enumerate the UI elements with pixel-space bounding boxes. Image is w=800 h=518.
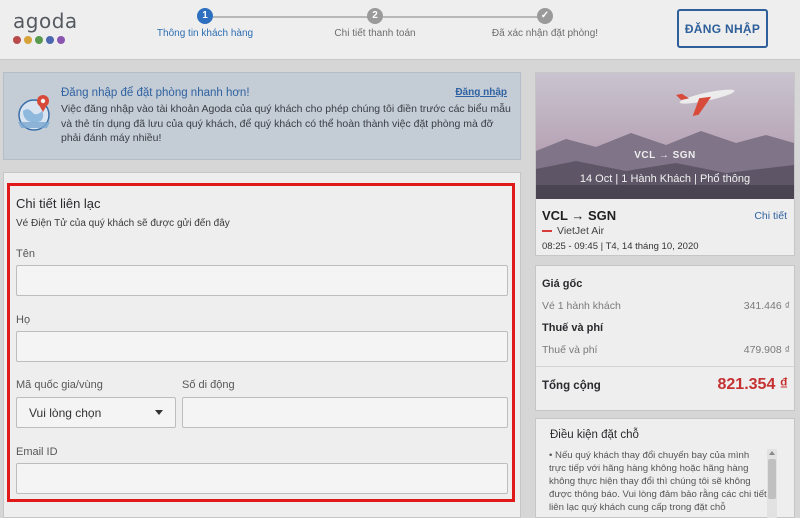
country-code-label: Mã quốc gia/vùng: [16, 379, 103, 391]
first-name-label: Tên: [16, 248, 35, 260]
logo-dot: [24, 36, 32, 44]
logo-dot: [35, 36, 43, 44]
last-name-label: Họ: [16, 314, 31, 326]
base-fare-value: 341.446 ₫: [743, 300, 790, 312]
country-code-select[interactable]: Vui lòng chọn: [16, 397, 176, 428]
phone-label: Số di động: [182, 379, 235, 391]
country-code-selected: Vui lòng chọn: [29, 405, 102, 420]
banner-description: Việc đăng nhập vào tài khoản Agoda của q…: [61, 103, 511, 144]
email-input[interactable]: [16, 463, 508, 494]
banner-title: Đăng nhập để đặt phòng nhanh hơn!: [61, 87, 250, 99]
logo-text: agoda: [13, 9, 78, 33]
conditions-text: • Nếu quý khách thay đổi chuyến bay của …: [549, 450, 767, 513]
agoda-logo[interactable]: agoda: [13, 9, 78, 44]
booking-conditions-card: Điều kiện đặt chỗ • Nếu quý khách thay đ…: [535, 418, 795, 518]
step-number: 1: [197, 8, 213, 24]
price-summary-card: Giá gốc Vé 1 hành khách 341.446 ₫ Thuế v…: [535, 265, 795, 411]
total-value: 821.354 ₫: [717, 376, 789, 393]
base-fare-row: Vé 1 hành khách 341.446 ₫: [542, 300, 790, 312]
last-name-input[interactable]: [16, 331, 508, 362]
step-customer-info: 1 Thông tin khách hàng: [150, 8, 260, 39]
email-label: Email ID: [16, 446, 58, 458]
phone-input[interactable]: [182, 397, 508, 428]
step-label: Đã xác nhận đặt phòng!: [491, 28, 599, 39]
base-fare-label: Vé 1 hành khách: [542, 300, 621, 312]
conditions-title: Điều kiện đặt chỗ: [550, 429, 639, 441]
airline-logo-icon: [542, 230, 552, 232]
check-icon: ✓: [537, 8, 553, 24]
login-button[interactable]: ĐĂNG NHẬP: [677, 9, 768, 48]
conditions-scrollbar[interactable]: [767, 449, 777, 518]
scroll-up-icon[interactable]: [769, 451, 775, 455]
contact-title: Chi tiết liên lạc: [16, 196, 101, 211]
chevron-down-icon: [155, 410, 163, 415]
banner-login-link[interactable]: Đăng nhập: [455, 87, 507, 98]
logo-dots: [13, 36, 78, 44]
login-banner: Đăng nhập để đặt phòng nhanh hơn! Đăng n…: [3, 72, 521, 160]
airline-name: VietJet Air: [557, 225, 605, 237]
step-confirmed: ✓ Đã xác nhận đặt phòng!: [482, 8, 608, 39]
step-label: Chi tiết thanh toán: [334, 28, 416, 39]
tax-value: 479.908 ₫: [743, 344, 790, 356]
total-label: Tổng cộng: [542, 380, 601, 392]
scrollbar-thumb[interactable]: [768, 459, 776, 499]
globe-pin-icon: [18, 95, 50, 131]
logo-dot: [46, 36, 54, 44]
step-number: 2: [367, 8, 383, 24]
logo-dot: [13, 36, 21, 44]
flight-summary-card: VCL → SGN 14 Oct | 1 Hành Khách | Phổ th…: [535, 72, 795, 256]
base-fare-title: Giá gốc: [542, 278, 583, 290]
route-overlay: VCL → SGN: [634, 150, 696, 161]
flight-times: 08:25 - 09:45 | T4, 14 tháng 10, 2020: [542, 241, 699, 252]
booking-progress-steps: 1 Thông tin khách hàng 2 Chi tiết thanh …: [150, 8, 620, 48]
first-name-input[interactable]: [16, 265, 508, 296]
price-divider: [536, 366, 794, 367]
trip-summary-overlay: 14 Oct | 1 Hành Khách | Phổ thông: [579, 173, 751, 185]
flight-route: VCL → SGN: [542, 208, 617, 223]
contact-subtitle: Vé Điện Tử của quý khách sẽ được gửi đến…: [16, 218, 230, 229]
tax-title: Thuế và phí: [542, 322, 604, 334]
logo-dot: [57, 36, 65, 44]
step-payment-details: 2 Chi tiết thanh toán: [320, 8, 430, 39]
airline-info: VietJet Air: [542, 225, 604, 237]
tax-label: Thuế và phí: [542, 344, 598, 356]
flight-details-link[interactable]: Chi tiết: [754, 210, 787, 222]
step-label: Thông tin khách hàng: [156, 28, 254, 39]
tax-row: Thuế và phí 479.908 ₫: [542, 344, 790, 356]
top-header: agoda 1 Thông tin khách hàng 2 Chi tiết …: [0, 0, 800, 60]
